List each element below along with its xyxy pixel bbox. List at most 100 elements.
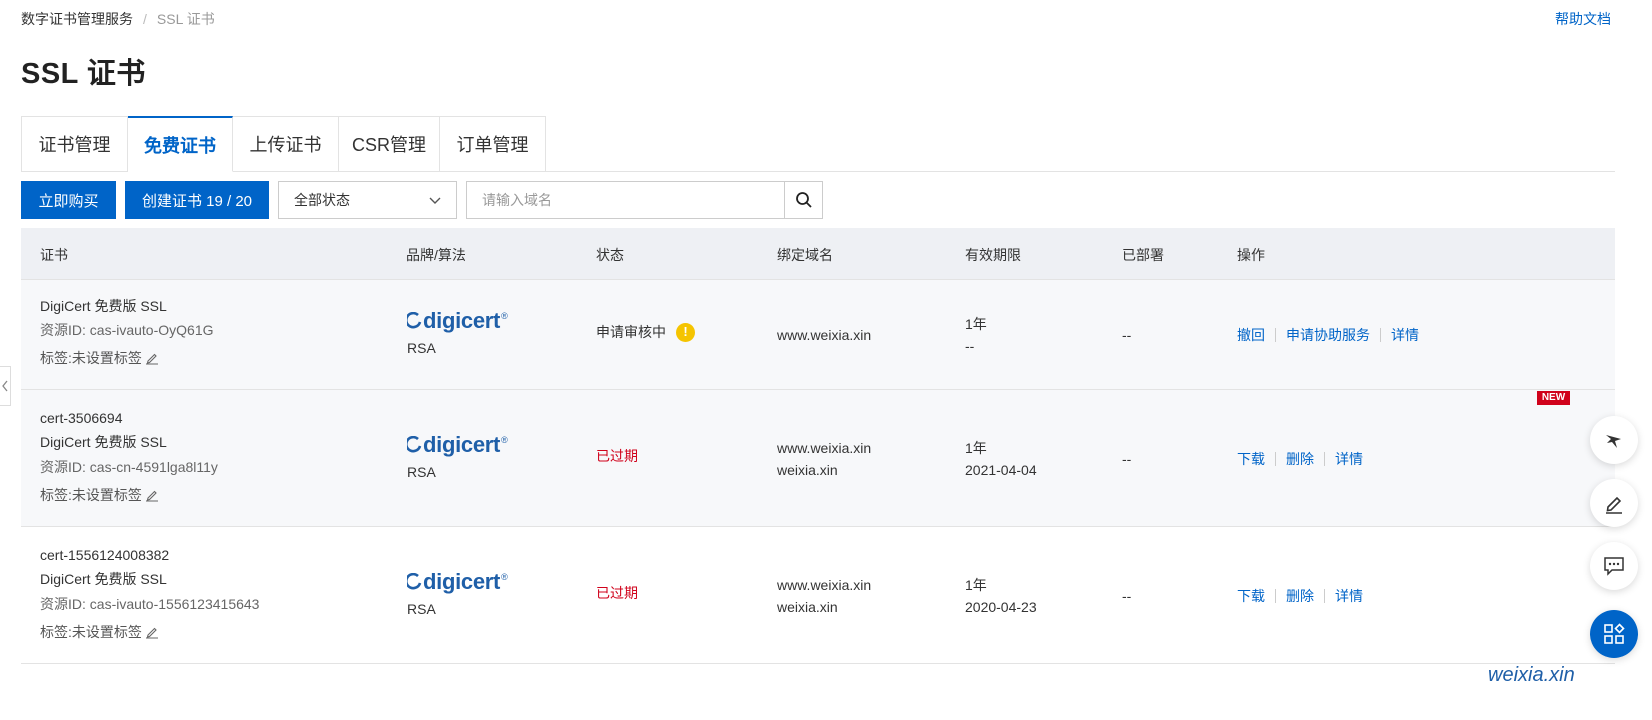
create-cert-button[interactable]: 创建证书 19 / 20 [125,181,269,219]
new-badge: NEW [1537,391,1570,405]
search-icon [795,191,813,209]
column-header-domain: 绑定域名 [777,247,833,263]
details-link[interactable]: 详情 [1335,585,1363,607]
cert-status-text: 已过期 [596,585,638,601]
column-header-cert: 证书 [40,247,68,263]
withdraw-link[interactable]: 撤回 [1237,324,1265,346]
column-header-deployed: 已部署 [1122,247,1164,263]
tab-order-management[interactable]: 订单管理 [440,116,546,172]
edit-icon[interactable] [145,625,159,639]
feedback-button[interactable] [1590,416,1638,464]
row-actions: 下载 删除 详情 [1237,585,1363,607]
chevron-down-icon [428,193,442,210]
feedback-bird-icon [1603,429,1625,451]
cert-resource-id: 资源ID: cas-cn-4591lga8l11y [40,459,218,475]
cert-tag: 标签:未设置标签 [40,484,159,506]
edit-icon[interactable] [145,488,159,502]
action-divider [1324,452,1325,466]
digicert-mark-icon [407,312,422,329]
breadcrumb-current: SSL 证书 [156,11,215,27]
brand-logo: digicert ® [407,569,508,595]
digicert-mark-icon [407,436,422,453]
cert-domain: www.weixia.xin [777,577,872,593]
cert-deployed: -- [1122,451,1132,467]
edit-note-icon [1603,492,1625,514]
tab-bar: 证书管理 免费证书 上传证书 CSR管理 订单管理 [21,116,546,172]
download-link[interactable]: 下载 [1237,448,1265,470]
download-link[interactable]: 下载 [1237,585,1265,607]
breadcrumb: 数字证书管理服务 / SSL 证书 [21,9,215,29]
action-divider [1324,589,1325,603]
cert-status: 申请审核中 ! [596,321,695,343]
page-title: SSL 证书 [21,58,146,90]
sidebar-toggle[interactable] [0,366,11,406]
apps-icon [1603,623,1625,645]
row-actions: 撤回 申请协助服务 详情 [1237,324,1419,346]
status-filter-select[interactable]: 全部状态 [278,181,457,219]
domain-search-input[interactable] [466,181,784,219]
chat-icon [1603,555,1625,577]
search-button[interactable] [784,181,823,219]
cert-deployed: -- [1122,588,1132,604]
watermark: weixia.xin [1488,664,1575,686]
action-divider [1275,452,1276,466]
table-row: cert-3506694 DigiCert 免费版 SSL 资源ID: cas-… [21,390,1615,527]
row-actions: 下载 删除 详情 [1237,448,1363,470]
cert-expiry: -- [965,338,975,354]
breadcrumb-parent[interactable]: 数字证书管理服务 [21,11,133,27]
cert-validity: 1年 [965,577,987,593]
cert-expiry: 2020-04-23 [965,599,1037,615]
cert-tag-label: 标签:未设置标签 [40,487,142,503]
brand-name: digicert [423,432,501,457]
tab-cert-management[interactable]: 证书管理 [21,116,128,172]
action-divider [1275,328,1276,342]
warning-icon[interactable]: ! [676,322,695,342]
table-row: DigiCert 免费版 SSL 资源ID: cas-ivauto-OyQ61G… [21,280,1615,390]
tab-upload-cert[interactable]: 上传证书 [233,116,339,172]
cert-algorithm: RSA [407,601,436,617]
cert-validity: 1年 [965,316,987,332]
cert-product: DigiCert 免费版 SSL [40,298,167,314]
cert-product: DigiCert 免费版 SSL [40,434,167,450]
cert-status-text: 申请审核中 [596,324,666,340]
chat-button[interactable] [1590,542,1638,590]
details-link[interactable]: 详情 [1335,448,1363,470]
status-filter-value: 全部状态 [294,192,350,208]
cert-validity: 1年 [965,440,987,456]
table-header: 证书 品牌/算法 状态 绑定域名 有效期限 已部署 操作 [21,228,1615,280]
cert-expiry: 2021-04-04 [965,462,1037,478]
cert-deployed: -- [1122,327,1132,343]
cert-tag: 标签:未设置标签 [40,347,159,369]
tabs-divider [545,171,1615,172]
column-header-validity: 有效期限 [965,247,1021,263]
delete-link[interactable]: 删除 [1286,585,1314,607]
buy-now-button[interactable]: 立即购买 [21,181,116,219]
tab-csr-management[interactable]: CSR管理 [339,116,440,172]
delete-link[interactable]: 删除 [1286,448,1314,470]
action-divider [1380,328,1381,342]
cert-product: DigiCert 免费版 SSL [40,571,167,587]
brand-name: digicert [423,569,501,594]
edit-icon[interactable] [145,351,159,365]
edit-note-button[interactable] [1590,479,1638,527]
request-assist-link[interactable]: 申请协助服务 [1286,324,1370,346]
column-header-brand: 品牌/算法 [406,247,466,263]
digicert-mark-icon [407,573,422,590]
column-header-status: 状态 [596,247,624,263]
tab-free-certs[interactable]: 免费证书 [128,116,233,172]
cert-tag-label: 标签:未设置标签 [40,624,142,640]
cert-domain: www.weixia.xin [777,327,872,343]
cert-status-text: 已过期 [596,448,638,464]
apps-menu-button[interactable] [1590,610,1638,658]
details-link[interactable]: 详情 [1391,324,1419,346]
cert-tag-label: 标签:未设置标签 [40,350,142,366]
brand-name: digicert [423,308,501,333]
cert-resource-id: 资源ID: cas-ivauto-OyQ61G [40,322,214,338]
help-docs-link[interactable]: 帮助文档 [1555,9,1611,29]
action-divider [1275,589,1276,603]
cert-algorithm: RSA [407,464,436,480]
brand-logo: digicert ® [407,432,508,458]
cert-domain: weixia.xin [777,462,838,478]
cert-algorithm: RSA [407,340,436,356]
brand-logo: digicert ® [407,308,508,334]
